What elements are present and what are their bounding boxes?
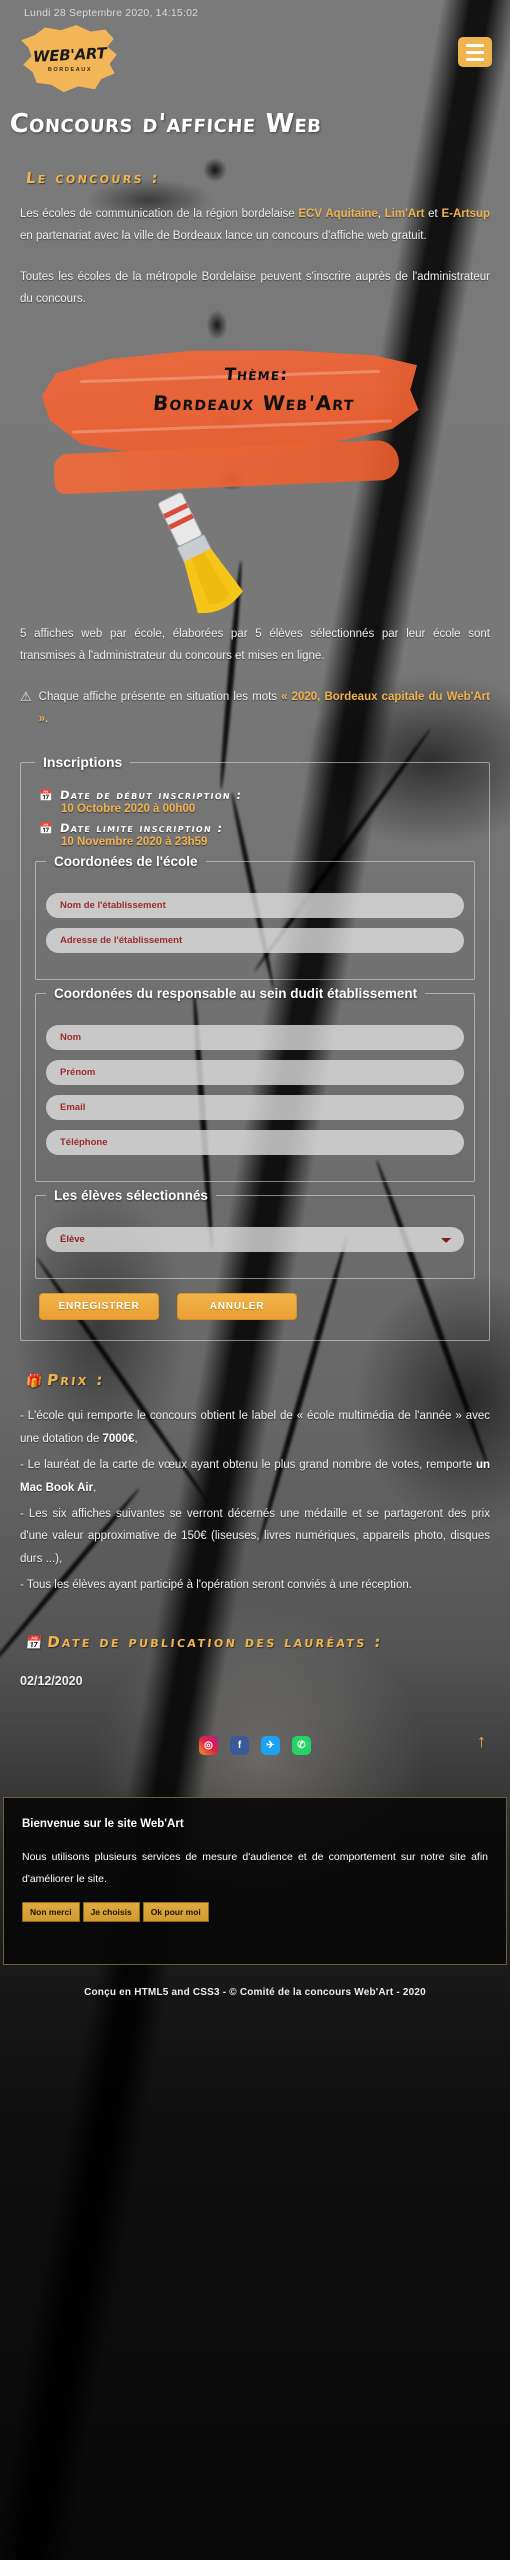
p1-text-d: en partenariat avec la ville de Bordeaux… <box>20 230 427 243</box>
cookie-title: Bienvenue sur le site Web'Art <box>22 1817 184 1830</box>
footer-text: Conçu en HTML5 and CSS3 - © Comité de la… <box>84 1986 426 1998</box>
manager-legend: Coordonées du responsable au sein dudit … <box>54 986 418 1002</box>
p1-text-b: , <box>377 208 385 220</box>
student-select-shell: Élève <box>46 1227 464 1253</box>
warn-text-b: . <box>45 712 49 725</box>
prix2-a: - Le lauréat de la carte de vœux ayant o… <box>20 1459 476 1472</box>
start-date-row: 📅 Date de début inscription : <box>39 788 475 802</box>
p1-text-a: Les écoles de communication de la région… <box>20 208 299 220</box>
inscriptions-fieldset: Inscriptions 📅 Date de début inscription… <box>20 754 490 1342</box>
prenom-input[interactable] <box>46 1060 464 1086</box>
telephone-input[interactable] <box>46 1130 464 1156</box>
burger-line <box>466 57 484 61</box>
paintbrush-illustration <box>158 492 243 613</box>
warn-text-a: Chaque affiche présente en situation les… <box>38 690 282 703</box>
nom-etablissement-input[interactable] <box>46 893 464 919</box>
inscriptions-legend: Inscriptions <box>43 754 123 771</box>
instagram-icon[interactable]: ◎ <box>199 1735 218 1755</box>
concours-paragraph-2: Toutes les écoles de la métropole Bordel… <box>20 270 490 306</box>
adresse-etablissement-input[interactable] <box>46 928 464 954</box>
gift-icon: 🎁 <box>25 1374 43 1390</box>
top-bar: WEB'ART BORDEAUX <box>0 19 510 95</box>
social-bar: ◎ f ✈ ✆ ↑ <box>0 1712 510 1765</box>
link-eartsup[interactable]: E-Artsup <box>441 208 490 220</box>
prix1-c: , <box>134 1432 138 1445</box>
prix2-c: , <box>93 1481 97 1494</box>
page-title: Concours d'affiche Web <box>8 109 323 139</box>
p1-text-c: et <box>424 208 442 220</box>
concours-paragraph-3: 5 affiches web par école, élaborées par … <box>20 627 490 663</box>
calendar-icon: 📅 <box>39 790 53 803</box>
whatsapp-icon[interactable]: ✆ <box>292 1735 311 1755</box>
concours-warning: ⚠ Chaque affiche présente en situation l… <box>20 686 490 731</box>
site-logo[interactable]: WEB'ART BORDEAUX <box>18 23 122 95</box>
warning-triangle-icon: ⚠ <box>20 688 32 704</box>
save-button[interactable]: ENREGISTRER <box>39 1293 159 1321</box>
theme-line-1: Thème: <box>223 364 290 385</box>
students-fieldset: Les élèves sélectionnés Élève <box>35 1188 475 1280</box>
logo-sub-text: BORDEAUX <box>47 66 93 73</box>
prix-item-2: - Le lauréat de la carte de vœux ayant o… <box>20 1454 490 1499</box>
eleve-select[interactable]: Élève <box>46 1227 464 1253</box>
prix-heading-text: Prix : <box>46 1371 106 1390</box>
students-legend: Les élèves sélectionnés <box>54 1188 208 1204</box>
start-date-value: 10 Octobre 2020 à 00h00 <box>61 803 196 816</box>
section-heading-concours: Le concours : <box>25 169 162 187</box>
cookie-decline-button[interactable]: Non merci <box>22 1901 80 1922</box>
calendar-icon: 📅 <box>25 1635 43 1651</box>
prix-item-4: - Tous les élèves ayant participé à l'op… <box>20 1579 412 1592</box>
arrow-up-icon[interactable]: ↑ <box>477 1732 486 1750</box>
end-date-row: 📅 Date limite inscription : <box>39 821 475 835</box>
theme-banner: Thème: Bordeaux Web'Art <box>20 329 490 619</box>
burger-line <box>466 43 484 47</box>
school-fieldset: Coordonées de l'école <box>35 854 475 981</box>
publication-date-value: 02/12/2020 <box>20 1674 83 1689</box>
logo-main-text: WEB'ART <box>32 43 108 66</box>
twitter-icon[interactable]: ✈ <box>261 1735 280 1755</box>
burger-line <box>466 50 484 54</box>
clock-text: Lundi 28 Septembre 2020, 14:15:02 <box>24 7 199 19</box>
theme-line-2: Bordeaux Web'Art <box>152 390 356 415</box>
warning-body: Chaque affiche présente en situation les… <box>39 686 490 731</box>
cookie-banner: Bienvenue sur le site Web'Art Nous utili… <box>3 1796 507 1965</box>
prix-item-1: - L'école qui remporte le concours obtie… <box>20 1405 490 1450</box>
publication-heading-text: Date de publication des lauréats : <box>46 1632 384 1651</box>
end-date-value: 10 Novembre 2020 à 23h59 <box>61 836 208 849</box>
theme-text: Thème: Bordeaux Web'Art <box>18 365 492 415</box>
facebook-icon[interactable]: f <box>230 1735 249 1755</box>
calendar-icon: 📅 <box>39 823 53 836</box>
prix-item-3: - Les six affiches suivantes se verront … <box>20 1508 490 1565</box>
cookie-buttons: Non merci Je choisis Ok pour moi <box>22 1901 488 1922</box>
link-ecv-aquitaine[interactable]: ECV Aquitaine <box>298 208 377 220</box>
section-heading-publication: 📅 Date de publication des lauréats : <box>25 1631 491 1654</box>
cancel-button[interactable]: ANNULER <box>177 1293 297 1321</box>
link-limart[interactable]: Lim'Art <box>385 208 425 220</box>
cookie-choose-button[interactable]: Je choisis <box>82 1901 140 1922</box>
nom-input[interactable] <box>46 1025 464 1051</box>
school-legend: Coordonées de l'école <box>54 854 198 870</box>
email-input[interactable] <box>46 1095 464 1121</box>
cookie-accept-button[interactable]: Ok pour moi <box>142 1901 209 1922</box>
hamburger-menu-icon[interactable] <box>458 37 492 67</box>
prix1-a: - L'école qui remporte le concours obtie… <box>20 1410 490 1445</box>
form-buttons: ENREGISTRER ANNULER <box>39 1293 475 1321</box>
start-date-label: Date de début inscription : <box>58 788 243 803</box>
cookie-text: Nous utilisons plusieurs services de mes… <box>22 1850 488 1885</box>
section-heading-prix: 🎁 Prix : <box>25 1371 491 1389</box>
end-date-label: Date limite inscription : <box>58 821 224 836</box>
concours-paragraph-1: Les écoles de communication de la région… <box>20 203 490 248</box>
prix1-amount: 7000€ <box>102 1432 135 1445</box>
manager-fieldset: Coordonées du responsable au sein dudit … <box>35 986 475 1183</box>
